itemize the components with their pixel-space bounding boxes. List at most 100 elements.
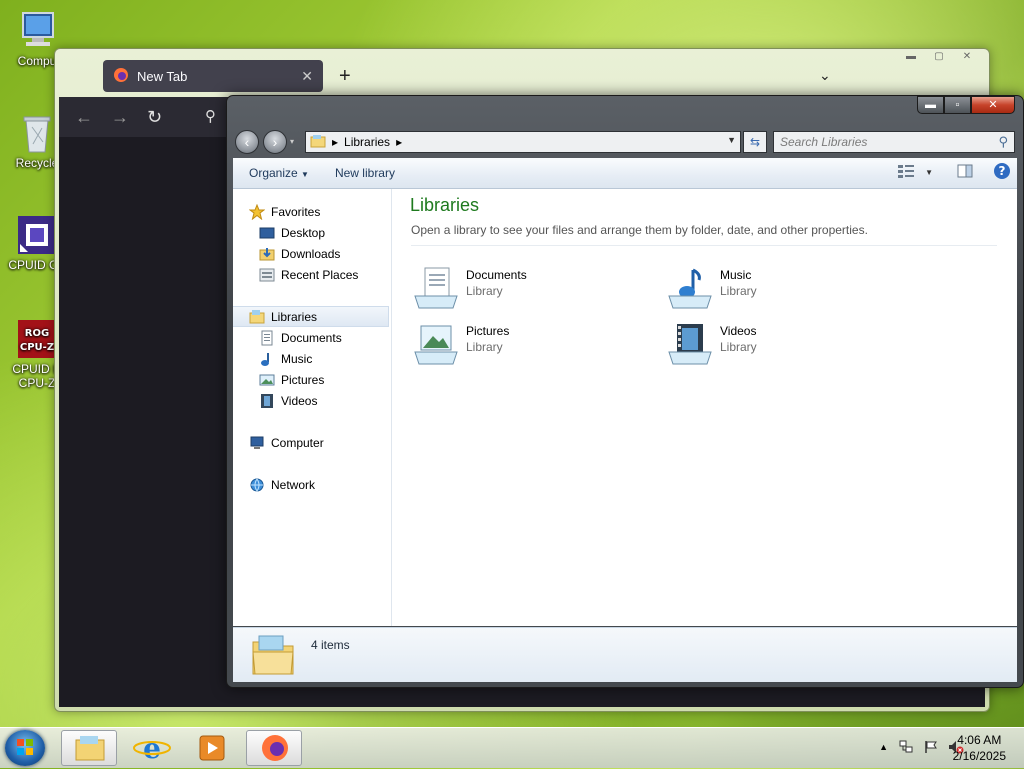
- navigation-bar: ‹ › ▾ ▸ Libraries ▸ ▼ ⇆ ⚲: [233, 128, 1017, 154]
- reload-icon[interactable]: ↻: [147, 107, 162, 128]
- action-center-flag-icon[interactable]: [924, 740, 938, 757]
- start-button[interactable]: [5, 730, 45, 766]
- library-type: Library: [466, 284, 503, 298]
- new-library-button[interactable]: New library: [325, 166, 405, 180]
- library-item-pictures[interactable]: Pictures Library: [413, 320, 643, 372]
- taskbar-windows-explorer[interactable]: [61, 730, 117, 766]
- videos-icon: [259, 393, 275, 409]
- tab-close-button[interactable]: ✕: [301, 68, 313, 85]
- svg-text:CPU-Z: CPU-Z: [20, 342, 54, 353]
- organize-label: Organize: [249, 166, 298, 180]
- show-hidden-icons-button[interactable]: ▲: [879, 742, 888, 757]
- header-divider: [411, 245, 997, 246]
- taskbar-media-player[interactable]: [184, 730, 240, 766]
- nav-item-recent-places[interactable]: Recent Places: [259, 264, 415, 285]
- nav-item-downloads[interactable]: Downloads: [259, 243, 415, 264]
- minimize-button[interactable]: ▬: [917, 96, 944, 114]
- internet-explorer-icon: e: [133, 732, 171, 765]
- windows-logo-icon: [17, 739, 33, 755]
- forward-button[interactable]: ›: [263, 130, 287, 154]
- nav-item-computer[interactable]: Computer: [249, 432, 405, 453]
- nav-item-favorites[interactable]: Favorites: [248, 201, 405, 222]
- library-type: Library: [466, 340, 503, 354]
- recent-pages-button[interactable]: ▾: [290, 137, 294, 146]
- help-icon[interactable]: ?: [993, 162, 1011, 183]
- search-icon[interactable]: ⚲: [205, 107, 216, 125]
- network-icon: [249, 477, 265, 493]
- nav-label: Pictures: [281, 372, 325, 387]
- library-item-documents[interactable]: Documents Library: [413, 264, 643, 316]
- nav-label: Recent Places: [281, 267, 359, 282]
- clock[interactable]: 4:06 AM 2/16/2025: [953, 732, 1006, 764]
- address-trail-arrow[interactable]: ▸: [396, 135, 402, 149]
- music-icon: [259, 351, 275, 367]
- nav-label: Videos: [281, 393, 318, 408]
- libraries-folder-icon: [310, 134, 326, 151]
- downloads-icon: [259, 246, 275, 262]
- svg-text:e: e: [143, 732, 161, 764]
- taskbar-firefox[interactable]: [246, 730, 302, 766]
- nav-label: Desktop: [281, 225, 326, 240]
- address-bar[interactable]: ▸ Libraries ▸ ▼: [305, 131, 741, 153]
- nav-label: Network: [271, 477, 316, 492]
- back-button[interactable]: ‹: [235, 130, 259, 154]
- nav-item-videos[interactable]: Videos: [259, 390, 415, 411]
- desktop-icon-label: Compu: [17, 54, 57, 68]
- computer-icon: [16, 10, 58, 52]
- command-bar: Organize ▼ New library ▼ ?: [233, 158, 1017, 189]
- item-count: 4 items: [311, 638, 350, 652]
- forward-icon[interactable]: →: [111, 107, 129, 128]
- nav-item-desktop[interactable]: Desktop: [259, 222, 415, 243]
- search-box[interactable]: ⚲: [773, 131, 1015, 153]
- network-icon[interactable]: [898, 740, 914, 757]
- address-segment-libraries[interactable]: Libraries: [344, 135, 390, 149]
- library-item-videos[interactable]: Videos Library: [667, 320, 897, 372]
- pictures-icon: [259, 372, 275, 388]
- svg-text:ROG: ROG: [25, 328, 49, 339]
- videos-library-icon: [667, 322, 713, 368]
- svg-text:?: ?: [999, 164, 1006, 178]
- computer-icon: [249, 435, 265, 451]
- chevron-down-icon: ▼: [301, 170, 309, 179]
- nav-item-documents[interactable]: Documents: [259, 327, 415, 348]
- page-title: Libraries: [410, 195, 480, 215]
- refresh-button[interactable]: ⇆: [743, 131, 767, 153]
- nav-item-pictures[interactable]: Pictures: [259, 369, 415, 390]
- close-button[interactable]: ✕: [971, 96, 1015, 114]
- libraries-icon: [249, 309, 265, 325]
- nav-item-network[interactable]: Network: [249, 474, 405, 495]
- media-player-icon: [199, 735, 225, 761]
- search-input[interactable]: [780, 135, 999, 149]
- documents-library-icon: [413, 266, 459, 312]
- recycle-bin-icon: [16, 112, 58, 154]
- navigation-pane: Favorites Desktop Downloads Recent Place…: [233, 189, 392, 626]
- address-dropdown-icon[interactable]: ▼: [727, 135, 736, 145]
- firefox-icon: [113, 67, 129, 86]
- cpu-z-icon: ROG CPU-Z: [16, 318, 58, 360]
- new-tab-button[interactable]: +: [339, 65, 351, 88]
- nav-item-libraries[interactable]: Libraries: [233, 306, 389, 327]
- cpuid-icon: [16, 214, 58, 256]
- library-item-music[interactable]: Music Library: [667, 264, 897, 316]
- desktop-icon-label-line2: CPU-Z: [18, 376, 56, 390]
- organize-button[interactable]: Organize ▼: [239, 166, 319, 180]
- page-description: Open a library to see your files and arr…: [411, 223, 868, 237]
- back-icon[interactable]: ←: [75, 107, 93, 128]
- taskbar-internet-explorer[interactable]: e: [124, 730, 180, 766]
- nav-item-music[interactable]: Music: [259, 348, 415, 369]
- details-pane: 4 items: [233, 627, 1017, 682]
- change-view-icon[interactable]: [897, 164, 915, 181]
- tab-new-tab[interactable]: New Tab ✕: [103, 60, 323, 92]
- explorer-window[interactable]: ▬ ▫ ✕ ‹ › ▾ ▸ Libraries ▸ ▼ ⇆ ⚲ Organize…: [226, 95, 1024, 688]
- maximize-button[interactable]: ▫: [944, 96, 971, 114]
- list-all-tabs-button[interactable]: ⌄: [819, 67, 831, 84]
- nav-label: Computer: [271, 435, 324, 450]
- tab-title: New Tab: [137, 68, 188, 84]
- search-icon: ⚲: [998, 134, 1008, 149]
- documents-icon: [259, 330, 275, 346]
- clock-date: 2/16/2025: [952, 749, 1006, 763]
- preview-pane-icon[interactable]: [957, 164, 973, 181]
- libraries-folder-icon: [249, 632, 297, 681]
- address-root-arrow[interactable]: ▸: [332, 135, 338, 149]
- view-options-chevron-icon[interactable]: ▼: [925, 168, 933, 177]
